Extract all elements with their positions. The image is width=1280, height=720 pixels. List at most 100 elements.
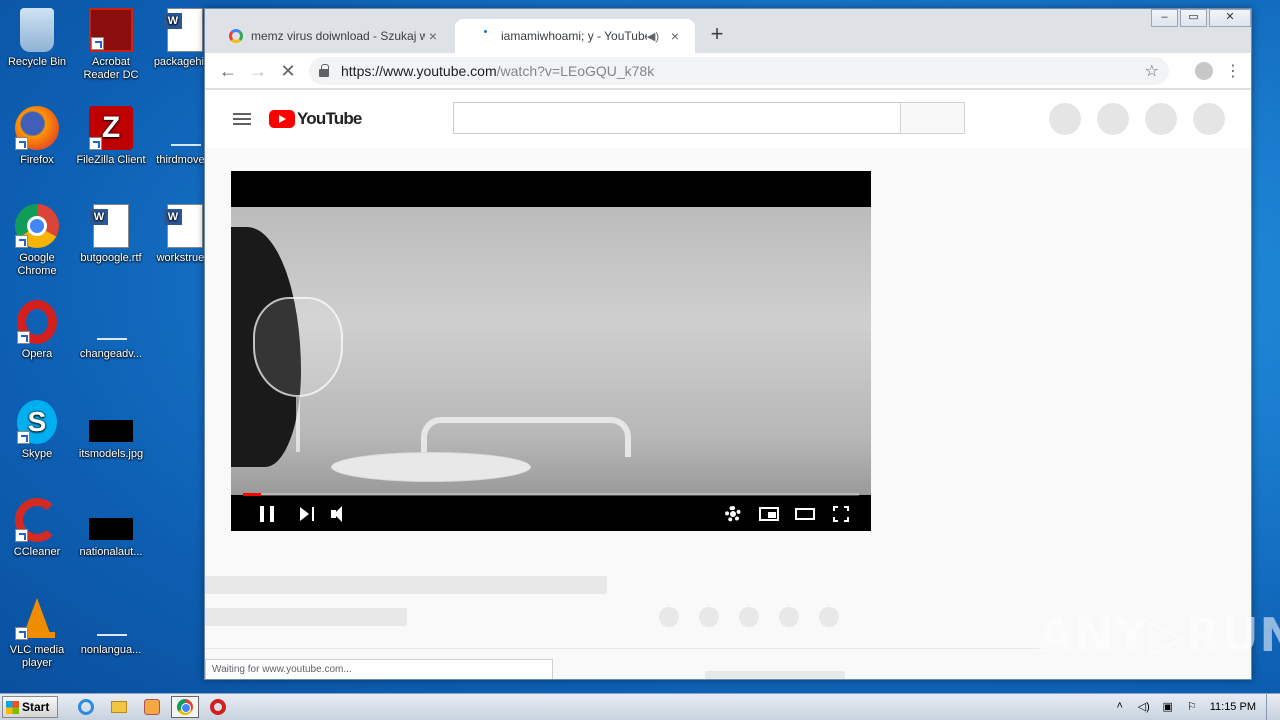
gear-icon: [725, 506, 741, 522]
desktop-icon-nonlangua[interactable]: nonlangua...: [74, 596, 148, 657]
desktop-icon-chrome[interactable]: Google Chrome: [0, 204, 74, 278]
opera-icon: [17, 300, 57, 344]
word-doc-icon: W: [164, 8, 203, 52]
volume-icon: [331, 506, 351, 522]
opera-icon: [210, 699, 226, 715]
taskbar-chrome[interactable]: [171, 696, 199, 718]
tab-title: memz virus doiwnload - Szukaj w Goo: [251, 29, 425, 43]
desktop-icon-label: nationalaut...: [79, 546, 143, 558]
chrome-menu-icon[interactable]: ⋮: [1223, 61, 1243, 81]
desktop-icon-skype[interactable]: S Skype: [0, 400, 74, 461]
desktop-icon-nationalaut[interactable]: nationalaut...: [74, 498, 148, 559]
fullscreen-icon: [833, 506, 849, 522]
youtube-search-input[interactable]: [453, 102, 901, 134]
browser-toolbar: ← → ✕ https://www.youtube.com/watch?v=LE…: [205, 53, 1251, 89]
action-placeholder-icon: [659, 607, 679, 627]
start-button[interactable]: Start: [2, 696, 58, 718]
internet-explorer-icon: [78, 699, 94, 715]
youtube-logo-text: YouTube: [297, 109, 362, 128]
stop-loading-button[interactable]: ✕: [273, 56, 303, 86]
header-placeholder-icon[interactable]: [1097, 103, 1129, 135]
tab-close-icon[interactable]: ×: [425, 28, 441, 44]
bookmark-star-icon[interactable]: ☆: [1145, 61, 1159, 81]
skype-icon: S: [17, 400, 57, 444]
header-placeholder-icon[interactable]: [1145, 103, 1177, 135]
video-progress-bar[interactable]: [243, 493, 859, 496]
desktop-icon-label: itsmodels.jpg: [78, 448, 144, 460]
profile-avatar-icon[interactable]: [1195, 61, 1213, 80]
window-controls: – ▭ ✕: [1149, 9, 1251, 27]
settings-button[interactable]: [715, 497, 751, 531]
desktop-icon-changeadv[interactable]: changeadv...: [74, 300, 148, 361]
youtube-masthead: YouTube: [205, 90, 1251, 148]
desktop-icon-label: Google Chrome: [17, 252, 57, 277]
tab-title: iamamiwhoami; y - YouTube: [501, 29, 647, 43]
action-center-flag-icon[interactable]: ⚐: [1184, 700, 1200, 714]
acrobat-icon: [89, 8, 133, 52]
taskbar-explorer[interactable]: [105, 696, 133, 718]
google-favicon-icon: [229, 29, 243, 43]
desktop-icon-ccleaner[interactable]: CCleaner: [0, 498, 74, 559]
header-placeholder-icon[interactable]: [1049, 103, 1081, 135]
desktop-icon-label: FileZilla Client: [76, 154, 146, 166]
url-host: https://www.youtube.com: [341, 62, 497, 79]
header-placeholder-icon[interactable]: [1193, 103, 1225, 135]
maximize-button[interactable]: ▭: [1180, 9, 1207, 27]
tab-close-icon[interactable]: ×: [667, 28, 683, 44]
start-label: Start: [22, 700, 50, 714]
video-player[interactable]: [231, 171, 871, 531]
back-button[interactable]: ←: [213, 56, 243, 86]
theater-mode-button[interactable]: [787, 497, 823, 531]
tab-youtube[interactable]: iamamiwhoami; y - YouTube ◀) ×: [455, 19, 695, 53]
desktop-icon-opera[interactable]: Opera: [0, 300, 74, 361]
new-tab-button[interactable]: +: [705, 23, 729, 47]
word-doc-icon: W: [90, 204, 129, 248]
action-placeholder-icon: [779, 607, 799, 627]
ccleaner-icon: [15, 498, 59, 542]
desktop-icon-itsmodels[interactable]: itsmodels.jpg: [74, 400, 148, 461]
desktop-icon-acrobat[interactable]: Acrobat Reader DC: [74, 8, 148, 82]
tab-google-search[interactable]: memz virus doiwnload - Szukaj w Goo ×: [205, 19, 453, 53]
volume-button[interactable]: [323, 497, 359, 531]
title-placeholder: [205, 576, 607, 594]
desktop-icon-label: CCleaner: [13, 546, 61, 558]
action-placeholder-icon: [819, 607, 839, 627]
youtube-logo[interactable]: YouTube: [269, 109, 362, 129]
minimize-button[interactable]: –: [1151, 9, 1178, 27]
youtube-search-button[interactable]: [900, 102, 965, 134]
desktop-icon-firefox[interactable]: Firefox: [0, 106, 74, 167]
clock[interactable]: 11:15 PM: [1210, 701, 1256, 713]
network-tray-icon[interactable]: ▣: [1160, 700, 1176, 714]
pause-button[interactable]: [249, 497, 285, 531]
pause-icon: [260, 506, 274, 522]
page-content: YouTube Waiting for www.youtube.com...: [205, 90, 1251, 679]
vlc-icon: [15, 596, 59, 640]
desktop-icon-recycle-bin[interactable]: Recycle Bin: [0, 8, 74, 69]
lock-icon[interactable]: [319, 63, 329, 77]
desktop-icon-vlc[interactable]: VLC media player: [0, 596, 74, 670]
show-desktop-button[interactable]: [1266, 693, 1280, 720]
desktop-icon-label: Skype: [21, 448, 53, 460]
forward-button[interactable]: →: [243, 56, 273, 86]
volume-tray-icon[interactable]: ◁): [1136, 700, 1152, 714]
folder-icon: [111, 701, 127, 713]
fullscreen-button[interactable]: [823, 497, 859, 531]
filezilla-icon: Z: [89, 106, 133, 150]
taskbar-opera[interactable]: [204, 696, 232, 718]
taskbar-media-player[interactable]: [138, 696, 166, 718]
hamburger-menu-icon[interactable]: [233, 113, 251, 125]
loading-favicon-icon: [479, 29, 493, 43]
firefox-icon: [15, 106, 59, 150]
show-hidden-icons-icon[interactable]: ˄: [1112, 700, 1128, 714]
address-bar[interactable]: https://www.youtube.com/watch?v=LEoGQU_k…: [309, 56, 1169, 85]
audio-playing-icon[interactable]: ◀): [647, 30, 659, 43]
taskbar-ie[interactable]: [72, 696, 100, 718]
miniplayer-button[interactable]: [751, 497, 787, 531]
video-frame: [231, 207, 871, 495]
next-button[interactable]: [289, 497, 325, 531]
close-window-button[interactable]: ✕: [1209, 9, 1251, 27]
youtube-play-logo-icon: [269, 110, 295, 128]
desktop-icon-butgoogle[interactable]: W butgoogle.rtf: [74, 204, 148, 265]
system-tray: ˄ ◁) ▣ ⚐ 11:15 PM: [1108, 693, 1280, 720]
desktop-icon-filezilla[interactable]: Z FileZilla Client: [74, 106, 148, 167]
